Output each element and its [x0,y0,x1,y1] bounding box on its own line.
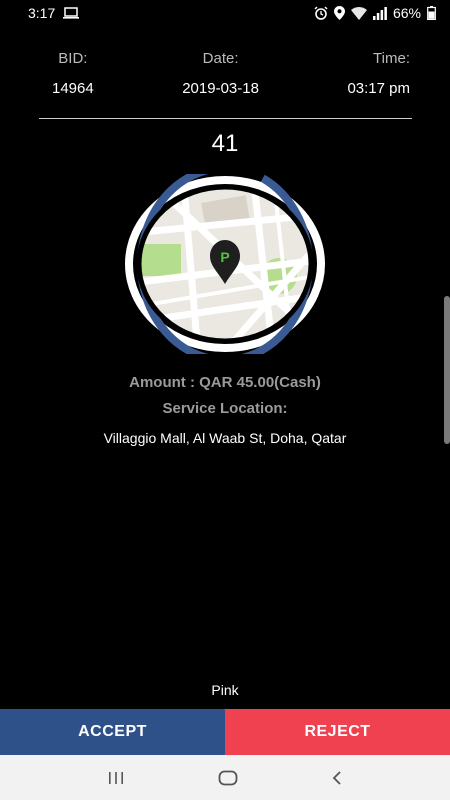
status-time: 3:17 [28,5,56,21]
accept-button[interactable]: ACCEPT [0,709,225,755]
date-value: 2019-03-18 [182,80,259,97]
countdown-timer-ring: P [123,164,327,364]
service-address: Villaggio Mall, Al Waab St, Doha, Qatar [103,430,347,446]
bid-column: BID: 14964 [52,50,94,97]
home-icon[interactable] [218,770,238,786]
battery-percent: 66% [392,5,421,21]
amount-text: Amount : QAR 45.00(Cash) [129,374,321,391]
battery-icon [427,6,436,20]
bid-value: 14964 [52,80,94,97]
date-label: Date: [202,50,239,67]
status-bar: 3:17 66% [0,0,450,26]
recent-apps-icon[interactable] [107,771,125,785]
bid-label: BID: [58,50,88,67]
alarm-icon [314,6,328,20]
location-icon [333,6,345,20]
signal-icon [372,6,387,20]
date-column: Date: 2019-03-18 [182,50,259,97]
time-label: Time: [373,50,410,67]
action-buttons: ACCEPT REJECT [0,709,450,755]
time-column: Time: 03:17 pm [347,50,410,97]
divider [39,118,412,119]
reject-button[interactable]: REJECT [225,709,450,755]
laptop-icon [63,7,80,19]
car-color: Pink [211,682,239,698]
back-icon[interactable] [331,770,343,786]
system-nav-bar [0,755,450,800]
svg-text:P: P [220,249,229,265]
time-value: 03:17 pm [347,80,410,97]
countdown-value: 41 [211,130,239,157]
wifi-icon [350,6,367,20]
booking-info: BID: 14964 Date: 2019-03-18 Time: 03:17 … [0,50,450,97]
service-location-label: Service Location: [162,400,288,417]
scrollbar-thumb[interactable] [444,296,450,444]
